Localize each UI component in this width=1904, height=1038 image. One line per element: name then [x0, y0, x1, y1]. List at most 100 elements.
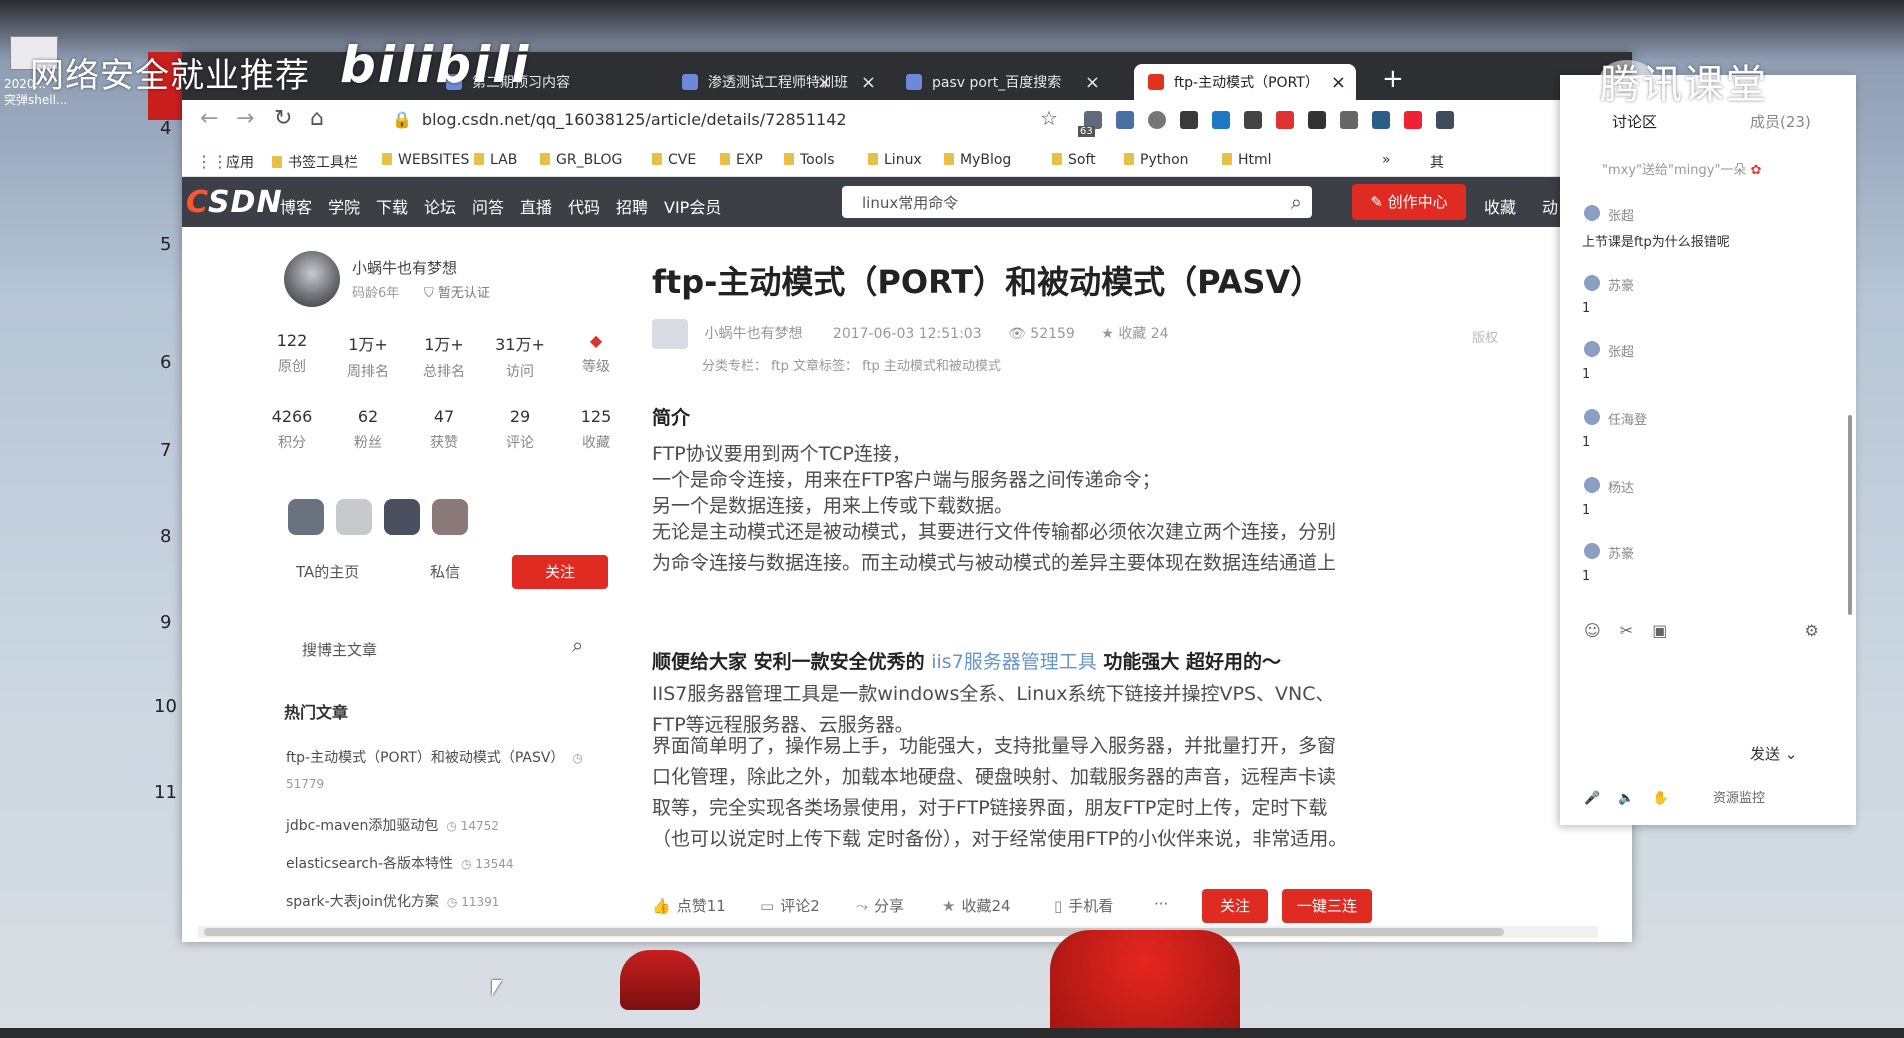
- ta-home-link[interactable]: TA的主页: [296, 561, 359, 582]
- home-icon[interactable]: ⌂: [310, 106, 324, 131]
- nav-blog[interactable]: 博客: [280, 194, 312, 218]
- extension-icon[interactable]: [1244, 111, 1262, 129]
- settings-icon[interactable]: ⚙: [1805, 621, 1819, 640]
- private-message-link[interactable]: 私信: [430, 561, 460, 582]
- nav-academy[interactable]: 学院: [328, 194, 360, 218]
- follow-button[interactable]: 关注: [1202, 889, 1268, 923]
- address-bar[interactable]: 🔒 blog.csdn.net/qq_16038125/article/detai…: [392, 110, 847, 129]
- watermark-text: 网络安全就业推荐: [30, 56, 310, 96]
- close-icon[interactable]: ×: [1331, 72, 1346, 93]
- bookmarks-overflow-icon[interactable]: »: [1382, 152, 1391, 168]
- bookmark-folder[interactable]: Soft: [1052, 152, 1096, 168]
- nav-forum[interactable]: 论坛: [424, 194, 456, 218]
- new-tab-button[interactable]: +: [1382, 64, 1404, 94]
- extension-icon[interactable]: [1180, 111, 1198, 129]
- meta-collect[interactable]: 收藏 24: [1118, 326, 1168, 342]
- extension-icon[interactable]: [1276, 111, 1294, 129]
- speaker-icon[interactable]: 🔈: [1618, 791, 1634, 806]
- nav-live[interactable]: 直播: [520, 194, 552, 218]
- meta-author[interactable]: 小蜗牛也有梦想: [704, 326, 802, 342]
- comment-button[interactable]: ▭ 评论2: [760, 895, 820, 916]
- forward-arrow-icon[interactable]: →: [236, 106, 254, 131]
- bookmark-folder[interactable]: Tools: [784, 152, 835, 168]
- achievement-badge-icon[interactable]: [432, 499, 468, 535]
- nav-jobs[interactable]: 招聘: [616, 194, 648, 218]
- author-avatar[interactable]: [284, 251, 340, 307]
- nav-download[interactable]: 下载: [376, 194, 408, 218]
- bookmark-folder[interactable]: EXP: [720, 152, 763, 168]
- follow-button[interactable]: 关注: [512, 555, 608, 589]
- csdn-search-input[interactable]: linux常用命令 ⌕: [842, 186, 1312, 218]
- triple-action-button[interactable]: 一键三连: [1282, 889, 1372, 923]
- extension-icon[interactable]: [1308, 111, 1326, 129]
- more-button[interactable]: ···: [1154, 895, 1168, 913]
- bookmark-folder[interactable]: Python: [1124, 152, 1189, 168]
- horizontal-scrollbar[interactable]: [198, 926, 1598, 938]
- reload-icon[interactable]: ↻: [274, 106, 292, 131]
- bookmark-folder[interactable]: MyBlog: [944, 152, 1011, 168]
- hot-article-item[interactable]: spark-大表join优化方案 ◷ 11391: [286, 889, 606, 915]
- hot-article-item[interactable]: jdbc-maven添加驱动包 ◷ 14752: [286, 813, 606, 839]
- user-avatar: [1584, 477, 1600, 493]
- collect-button[interactable]: ★ 收藏24: [942, 895, 1011, 916]
- extension-icon[interactable]: [1372, 111, 1390, 129]
- bookmark-folder[interactable]: Html: [1222, 152, 1272, 168]
- back-arrow-icon[interactable]: ←: [200, 106, 218, 131]
- author-sidebar: 小蜗牛也有梦想 码龄6年 ⛉ 暂无认证 122 原创 1万+ 周排名 1万+ 总排名 …: [182, 227, 642, 927]
- chat-scrollbar[interactable]: [1848, 415, 1852, 615]
- nav-code[interactable]: 代码: [568, 194, 600, 218]
- bookmark-folder[interactable]: Linux: [868, 152, 922, 168]
- mobile-view-button[interactable]: ▯ 手机看: [1054, 895, 1113, 916]
- image-icon[interactable]: ▣: [1652, 621, 1667, 640]
- tab-ftp-article[interactable]: ftp-主动模式（PORT） ×: [1134, 64, 1356, 100]
- create-center-button[interactable]: ✎ 创作中心: [1352, 184, 1466, 220]
- bookmark-folder[interactable]: GR_BLOG: [540, 152, 622, 168]
- achievement-badge-icon[interactable]: [336, 499, 372, 535]
- extension-icon[interactable]: [1116, 111, 1134, 129]
- search-icon[interactable]: ⌕: [1291, 190, 1302, 214]
- like-button[interactable]: 👍 点赞11: [652, 895, 726, 916]
- microphone-icon[interactable]: 🎤: [1584, 791, 1600, 806]
- tab-pentest-training[interactable]: 渗透测试工程师特训班 ×: [668, 64, 886, 100]
- search-icon[interactable]: ⌕: [572, 633, 583, 657]
- send-button[interactable]: 发送 ⌄: [1750, 743, 1797, 764]
- author-name[interactable]: 小蜗牛也有梦想: [352, 257, 457, 278]
- iis7-link[interactable]: iis7服务器管理工具: [931, 651, 1097, 673]
- comment-icon: ▭: [760, 897, 775, 915]
- scrollbar-thumb[interactable]: [204, 928, 1504, 936]
- bookmark-folder[interactable]: WEBSITES: [382, 152, 469, 168]
- hot-article-item[interactable]: elasticsearch-各版本特性 ◷ 13544: [286, 851, 606, 877]
- bookmark-folder[interactable]: LAB: [474, 152, 517, 168]
- hand-icon[interactable]: ✋: [1653, 791, 1669, 806]
- bookmark-folder[interactable]: CVE: [652, 152, 696, 168]
- bookmark-star-icon[interactable]: ☆: [1040, 106, 1058, 130]
- extension-icon[interactable]: [1148, 111, 1166, 129]
- achievement-badge-icon[interactable]: [288, 499, 324, 535]
- nav-vip[interactable]: VIP会员: [664, 194, 721, 218]
- extension-icon[interactable]: [1340, 111, 1358, 129]
- hot-article-item[interactable]: ftp-主动模式（PORT）和被动模式（PASV） ◷ 51779: [286, 745, 606, 797]
- extension-icon[interactable]: [1436, 111, 1454, 129]
- tab-discussion[interactable]: 讨论区: [1612, 111, 1657, 132]
- author-thumbnail[interactable]: [652, 319, 688, 349]
- bookmark-other[interactable]: 其: [1430, 152, 1444, 172]
- scissors-icon[interactable]: ✂: [1620, 621, 1633, 640]
- extension-icon[interactable]: [1404, 111, 1422, 129]
- nav-qa[interactable]: 问答: [472, 194, 504, 218]
- nav-collect[interactable]: 收藏: [1484, 194, 1516, 218]
- blogger-search-input[interactable]: 搜博主文章: [302, 639, 377, 660]
- close-icon[interactable]: ×: [861, 72, 876, 93]
- csdn-logo[interactable]: CSDN: [186, 185, 283, 220]
- emoji-icon[interactable]: ☺: [1584, 621, 1601, 640]
- stat-collects: 125 收藏: [580, 407, 612, 451]
- nav-dynamic[interactable]: 动: [1542, 194, 1558, 218]
- extension-icon[interactable]: [1212, 111, 1230, 129]
- achievement-badge-icon[interactable]: [384, 499, 420, 535]
- share-button[interactable]: ⤳ 分享: [856, 895, 904, 916]
- resource-monitor-label[interactable]: 资源监控: [1713, 791, 1765, 806]
- bookmark-folder[interactable]: 书签工具栏: [272, 152, 358, 172]
- tab-baidu-search[interactable]: pasv port_百度搜索 ×: [892, 64, 1110, 100]
- close-icon[interactable]: ×: [1085, 72, 1100, 93]
- bookmark-apps[interactable]: 应用: [226, 152, 254, 172]
- tab-members[interactable]: 成员(23): [1750, 111, 1811, 132]
